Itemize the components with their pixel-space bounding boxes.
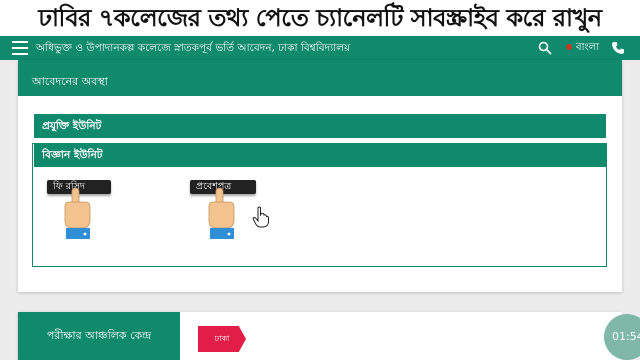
flag-icon bbox=[566, 44, 572, 50]
unit-science-label: বিজ্ঞান ইউনিট bbox=[42, 149, 103, 161]
app-bar: অধিভুক্ত ও উপাদানকল্প কলেজে স্নাতকপূর্ব … bbox=[0, 36, 640, 60]
unit-engineering-bar[interactable]: প্রযুক্তি ইউনিট bbox=[34, 114, 606, 138]
phone-icon[interactable] bbox=[610, 40, 626, 56]
language-switch[interactable]: বাংলা bbox=[566, 36, 599, 60]
card-title: আবেদনের অবস্থা bbox=[32, 75, 108, 88]
exam-center-card: পরীক্ষার আঞ্চলিক কেন্দ্র bbox=[18, 312, 622, 360]
hand-cursor-icon bbox=[252, 206, 269, 228]
language-label: বাংলা bbox=[576, 42, 600, 53]
unit-engineering-label: প্রযুক্তি ইউনিট bbox=[42, 120, 102, 132]
menu-icon[interactable] bbox=[12, 41, 28, 55]
app-title: অধিভুক্ত ও উপাদানকল্প কলেজে স্নাতকপূর্ব … bbox=[36, 42, 351, 54]
center-value-tag: ঢাকা bbox=[198, 326, 246, 352]
pointing-hand-icon bbox=[208, 187, 235, 239]
search-icon[interactable] bbox=[538, 41, 552, 55]
pointing-hand-icon bbox=[64, 187, 91, 239]
promo-banner: ঢাবির ৭কলেজের তথ্য পেতে চ্যানেলটি সাবস্ক… bbox=[0, 0, 640, 36]
card-header: আবেদনের অবস্থা bbox=[18, 60, 622, 96]
unit-science-bar[interactable]: বিজ্ঞান ইউনিট bbox=[34, 143, 606, 167]
exam-center-label: পরীক্ষার আঞ্চলিক কেন্দ্র bbox=[18, 312, 180, 360]
